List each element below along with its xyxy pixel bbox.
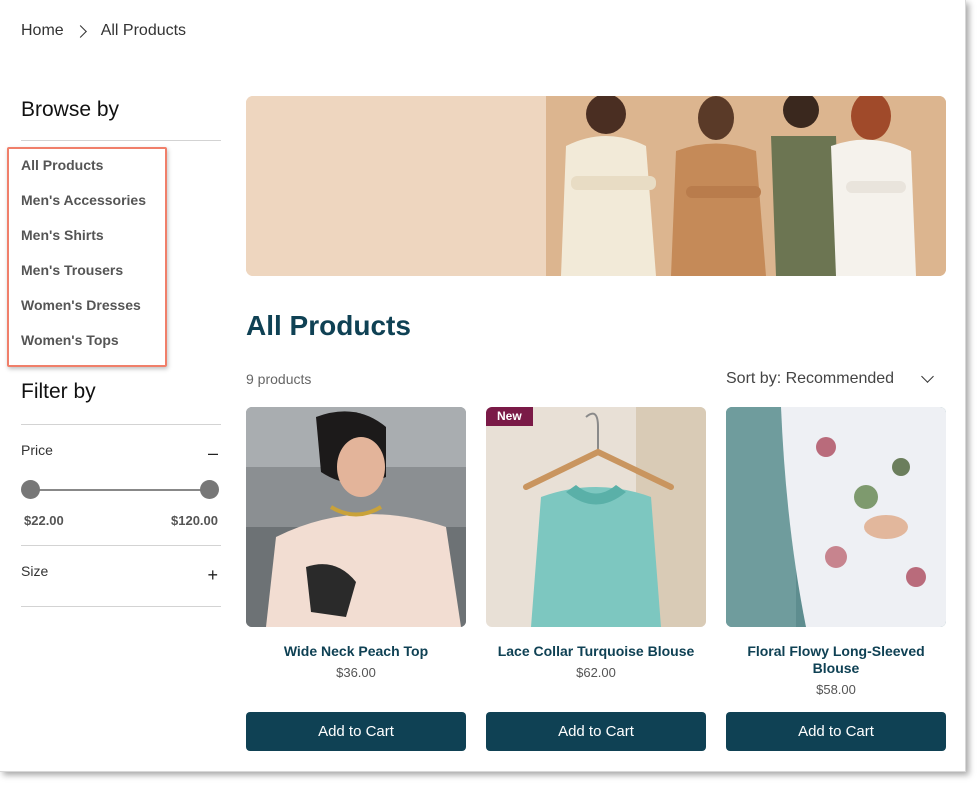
divider bbox=[21, 140, 221, 141]
product-name[interactable]: Wide Neck Peach Top bbox=[246, 643, 466, 660]
price-range-labels: $22.00 $120.00 bbox=[24, 513, 218, 528]
turquoise-blouse-photo bbox=[486, 407, 706, 627]
price-min-value: $22.00 bbox=[24, 513, 64, 528]
price-range-slider[interactable] bbox=[21, 480, 219, 500]
slider-max-handle[interactable] bbox=[200, 480, 219, 499]
size-filter-label: Size bbox=[21, 563, 49, 579]
breadcrumb: Home All Products bbox=[21, 22, 186, 40]
product-price: $36.00 bbox=[336, 665, 376, 680]
breadcrumb-home-link[interactable]: Home bbox=[21, 22, 64, 40]
product-name[interactable]: Floral Flowy Long-Sleeved Blouse bbox=[726, 643, 946, 677]
add-to-cart-button[interactable]: Add to Cart bbox=[726, 712, 946, 751]
category-all-products[interactable]: All Products bbox=[21, 150, 221, 185]
slider-track bbox=[30, 489, 210, 491]
divider bbox=[21, 606, 221, 607]
hero-banner-image bbox=[246, 96, 946, 276]
collapse-minus-icon[interactable]: – bbox=[208, 444, 218, 462]
price-filter-header[interactable]: Price – bbox=[21, 442, 221, 462]
product-card: Floral Flowy Long-Sleeved Blouse $58.00 bbox=[726, 407, 946, 697]
filter-by-heading: Filter by bbox=[21, 380, 96, 403]
divider bbox=[21, 424, 221, 425]
breadcrumb-current: All Products bbox=[100, 22, 187, 39]
product-card: Wide Neck Peach Top $36.00 bbox=[246, 407, 466, 697]
price-max-value: $120.00 bbox=[171, 513, 218, 528]
product-image[interactable]: New bbox=[486, 407, 706, 627]
category-mens-accessories[interactable]: Men's Accessories bbox=[21, 185, 221, 220]
hero-models-illustration bbox=[246, 96, 946, 276]
category-womens-dresses[interactable]: Women's Dresses bbox=[21, 290, 221, 325]
product-count: 9 products bbox=[246, 371, 312, 387]
price-filter-label: Price bbox=[21, 442, 53, 458]
chevron-right-icon bbox=[73, 24, 87, 38]
product-image[interactable] bbox=[246, 407, 466, 627]
browse-by-heading: Browse by bbox=[21, 98, 120, 121]
product-image[interactable] bbox=[726, 407, 946, 627]
product-price: $62.00 bbox=[576, 665, 616, 680]
product-price: $58.00 bbox=[816, 682, 856, 697]
add-to-cart-button[interactable]: Add to Cart bbox=[486, 712, 706, 751]
chevron-down-icon bbox=[921, 370, 934, 383]
new-badge: New bbox=[486, 407, 533, 426]
expand-plus-icon[interactable]: + bbox=[207, 565, 218, 586]
page-title: All Products bbox=[246, 310, 411, 341]
product-card: New Lace Collar Turquoise Blouse $62.00 bbox=[486, 407, 706, 697]
sort-dropdown-label: Sort by: Recommended bbox=[726, 370, 895, 387]
product-grid: Wide Neck Peach Top $36.00 New Lace Coll… bbox=[246, 407, 946, 697]
category-list: All Products Men's Accessories Men's Shi… bbox=[21, 150, 221, 360]
category-womens-tops[interactable]: Women's Tops bbox=[21, 325, 221, 360]
floral-blouse-photo bbox=[726, 407, 946, 627]
category-mens-trousers[interactable]: Men's Trousers bbox=[21, 255, 221, 290]
add-to-cart-button[interactable]: Add to Cart bbox=[246, 712, 466, 751]
sort-dropdown[interactable]: Sort by: Recommended bbox=[726, 370, 938, 388]
sidebar: Browse by All Products Men's Accessories… bbox=[21, 96, 221, 360]
divider bbox=[21, 545, 221, 546]
peach-top-photo bbox=[246, 407, 466, 627]
size-filter-header[interactable]: Size + bbox=[21, 563, 221, 586]
slider-min-handle[interactable] bbox=[21, 480, 40, 499]
category-mens-shirts[interactable]: Men's Shirts bbox=[21, 220, 221, 255]
product-name[interactable]: Lace Collar Turquoise Blouse bbox=[486, 643, 706, 660]
